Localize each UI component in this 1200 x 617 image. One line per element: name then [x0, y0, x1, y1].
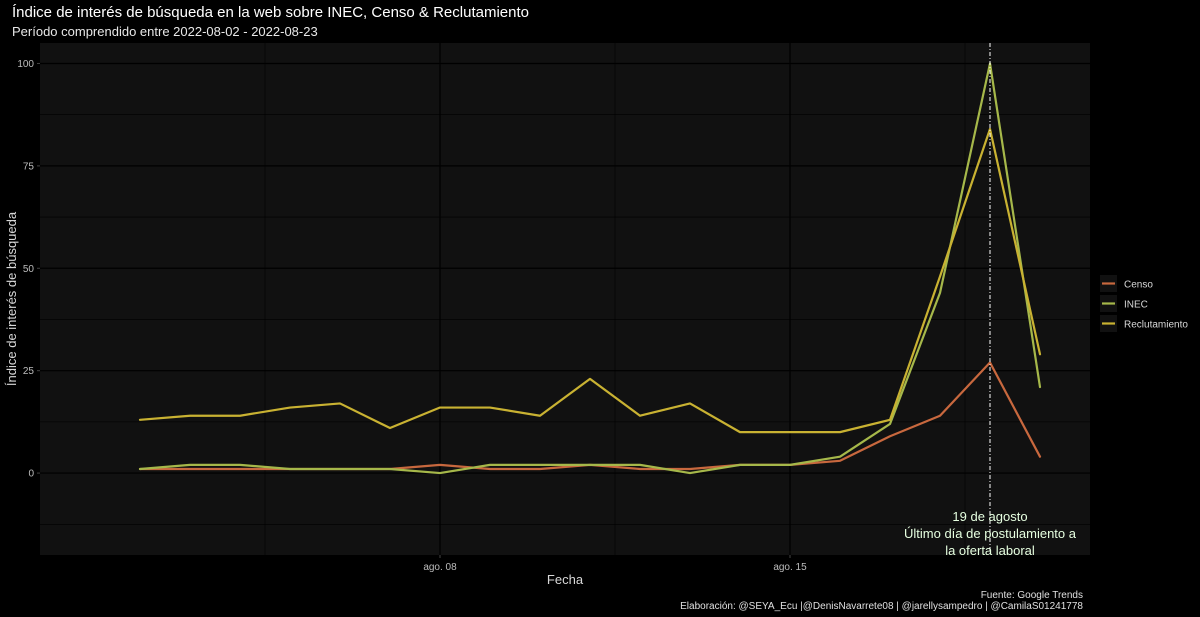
x-tick-label: ago. 08 [423, 562, 457, 573]
legend-item-censo: Censo [1100, 275, 1153, 292]
x-axis-label: Fecha [547, 572, 584, 587]
y-tick-label: 25 [23, 366, 35, 377]
y-axis-ticks: 0 25 50 75 100 [17, 59, 40, 480]
annotation-line: 19 de agosto [952, 509, 1027, 524]
x-axis-ticks: ago. 08 ago. 15 [423, 555, 807, 573]
legend-label: Censo [1124, 280, 1153, 291]
credits-caption: Elaboración: @SEYA_Ecu |@DenisNavarrete0… [680, 601, 1083, 612]
y-tick-label: 100 [17, 59, 34, 70]
y-axis-label: Índice de interés de búsqueda [4, 211, 19, 386]
legend-item-inec: INEC [1100, 295, 1148, 312]
source-caption: Fuente: Google Trends [980, 590, 1083, 601]
x-tick-label: ago. 15 [773, 562, 807, 573]
line-chart: 19 de agosto Último día de postulamiento … [4, 43, 1188, 587]
y-tick-label: 0 [28, 469, 34, 480]
y-tick-label: 50 [23, 264, 35, 275]
legend-label: Reclutamiento [1124, 320, 1188, 331]
annotation-line: la oferta laboral [945, 543, 1035, 558]
legend-label: INEC [1124, 300, 1148, 311]
legend: Censo INEC Reclutamiento [1100, 275, 1188, 332]
annotation-line: Último día de postulamiento a [904, 526, 1077, 541]
legend-item-reclutamiento: Reclutamiento [1100, 315, 1188, 332]
y-tick-label: 75 [23, 161, 35, 172]
